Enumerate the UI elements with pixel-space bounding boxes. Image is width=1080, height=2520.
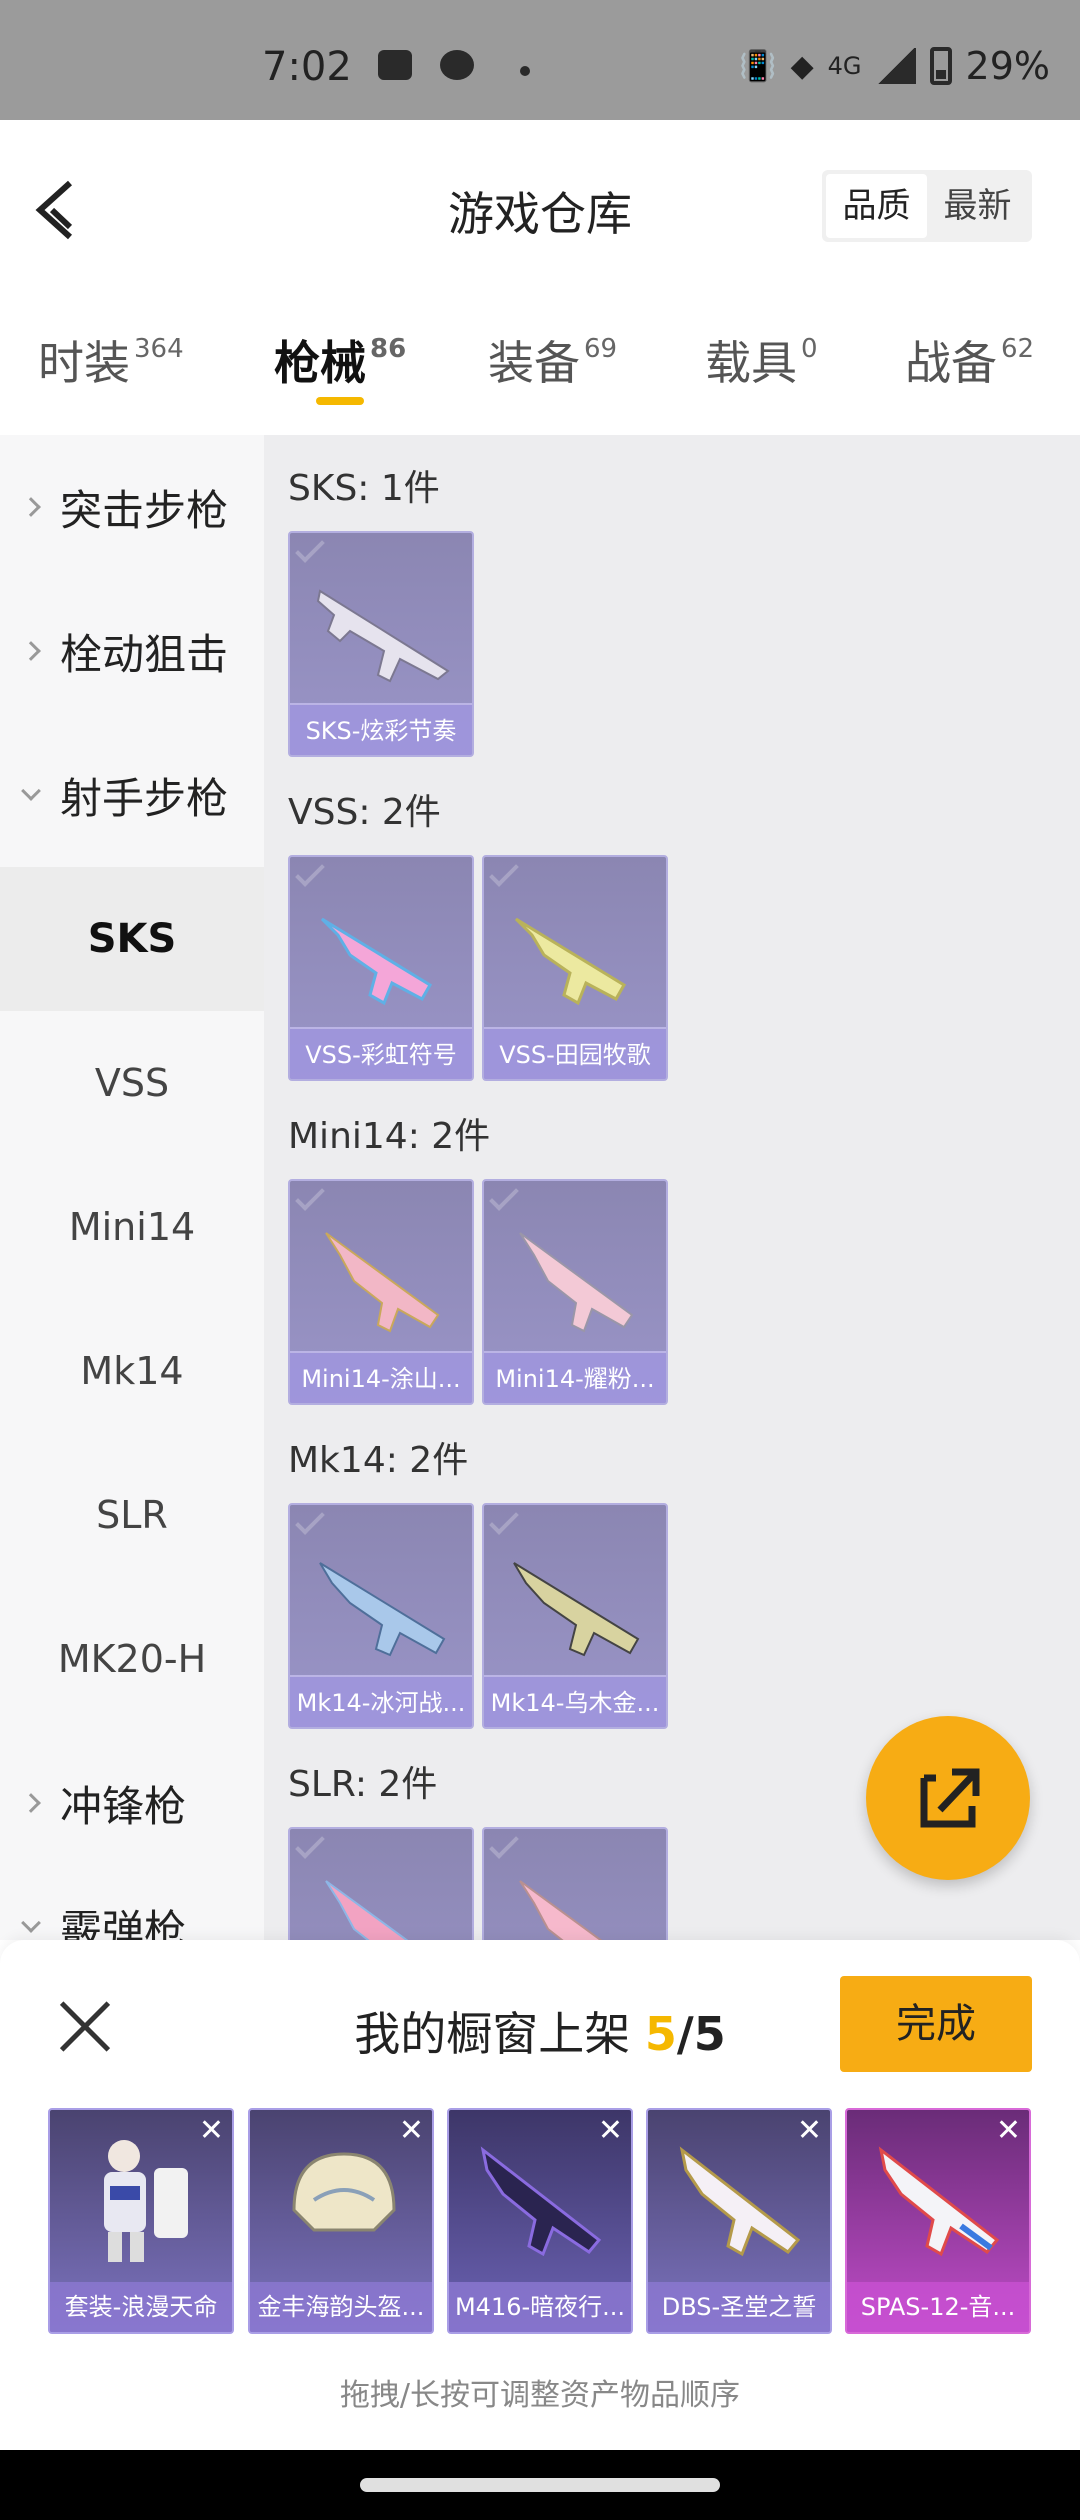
check-icon: [295, 533, 325, 563]
tab-firearms[interactable]: 枪械 86: [274, 327, 406, 393]
signal-icon: [875, 48, 916, 84]
section-title-mk14: Mk14: 2件: [288, 1440, 469, 1481]
tab-equipment[interactable]: 装备 69: [488, 327, 617, 393]
share-button[interactable]: [866, 1716, 1030, 1880]
remove-icon[interactable]: ✕: [797, 2116, 822, 2146]
sidebar-item-vss[interactable]: VSS: [0, 1011, 264, 1155]
weapon-type-sidebar: 突击步枪 栓动狙击 射手步枪 SKS VSS Mini14 Mk14 SLR M…: [0, 435, 264, 1940]
sidebar-category-shotgun[interactable]: 霰弹枪: [0, 1855, 264, 1940]
check-icon: [295, 857, 325, 887]
item-card[interactable]: [288, 1827, 474, 1940]
remove-icon[interactable]: ✕: [199, 2116, 224, 2146]
network-type: 4G: [827, 52, 862, 80]
sidebar-item-mk20h[interactable]: MK20-H: [0, 1587, 264, 1731]
check-icon: [489, 857, 519, 887]
item-card[interactable]: Mk14-冰河战...: [288, 1503, 474, 1729]
chevron-down-icon: [21, 781, 41, 801]
chevron-right-icon: [21, 497, 41, 517]
rifle-icon: [320, 917, 433, 1006]
remove-icon[interactable]: ✕: [399, 2116, 424, 2146]
sidebar-category-bolt-sniper[interactable]: 栓动狙击: [0, 579, 264, 723]
rifle-icon: [519, 1232, 634, 1333]
home-gesture-handle[interactable]: [360, 2478, 720, 2492]
remove-icon[interactable]: ✕: [598, 2116, 623, 2146]
check-icon: [295, 1181, 325, 1211]
sidebar-item-sks[interactable]: SKS: [0, 867, 264, 1011]
rifle-icon: [480, 2146, 602, 2257]
vibrate-icon: 📳: [739, 48, 777, 84]
notification-dot-icon: [520, 66, 530, 76]
battery-icon: [929, 47, 952, 85]
section-title-slr: SLR: 2件: [288, 1764, 438, 1805]
active-tab-indicator: [316, 397, 364, 405]
sort-newest-button[interactable]: 最新: [927, 174, 1028, 238]
message-icon: [378, 50, 412, 80]
item-card[interactable]: [482, 1827, 668, 1940]
item-card[interactable]: VSS-彩虹符号: [288, 855, 474, 1081]
rifle-icon: [319, 1562, 446, 1657]
showcase-slot[interactable]: ✕ 套装-浪漫天命: [48, 2108, 234, 2334]
sidebar-item-slr[interactable]: SLR: [0, 1443, 264, 1587]
check-icon: [489, 1829, 519, 1859]
rifle-icon: [325, 1880, 409, 1940]
rifle-icon: [316, 589, 450, 683]
weapon-list: SKS: 1件 SKS-炫彩节奏 VSS: 2件 VSS-彩虹符号 VSS-田园…: [264, 435, 1080, 1940]
rifle-icon: [325, 1232, 440, 1333]
sort-toggle: 品质 最新: [822, 170, 1032, 242]
rifle-icon: [513, 1562, 640, 1657]
check-icon: [489, 1505, 519, 1535]
showcase-sheet: 我的橱窗上架 5/5 完成 ✕ 套装-浪漫天命 ✕ 金丰海韵头盔... ✕ M4…: [0, 1940, 1080, 2450]
sidebar-category-smg[interactable]: 冲锋枪: [0, 1731, 264, 1875]
chevron-down-icon: [21, 1913, 41, 1933]
tab-supplies[interactable]: 战备 62: [905, 327, 1034, 393]
chevron-right-icon: [21, 1793, 41, 1813]
item-card[interactable]: Mini14-涂山...: [288, 1179, 474, 1405]
status-bar: 7:02 📳 ◆ 4G 29%: [0, 0, 1080, 120]
reorder-hint: 拖拽/长按可调整资产物品顺序: [339, 2378, 741, 2413]
section-title-sks: SKS: 1件: [288, 468, 440, 509]
category-tabs: 时装 364 枪械 86 装备 69 载具 0 战备 62: [0, 285, 1080, 435]
shotgun-icon: [878, 2146, 1000, 2257]
outfit-icon: [104, 2140, 188, 2262]
system-nav-bar: [0, 2450, 1080, 2520]
sidebar-item-mk14[interactable]: Mk14: [0, 1299, 264, 1443]
done-button[interactable]: 完成: [840, 1976, 1032, 2072]
sidebar-category-assault-rifle[interactable]: 突击步枪: [0, 435, 264, 579]
wechat-icon: [440, 50, 474, 80]
item-card[interactable]: Mk14-乌木金...: [482, 1503, 668, 1729]
showcase-slot[interactable]: ✕ 金丰海韵头盔...: [248, 2108, 434, 2334]
shotgun-icon: [679, 2146, 801, 2257]
showcase-slot[interactable]: ✕ M416-暗夜行...: [447, 2108, 633, 2334]
helmet-icon: [292, 2152, 396, 2232]
app-header: 游戏仓库 品质 最新: [0, 120, 1080, 285]
tab-vehicles[interactable]: 载具 0: [705, 327, 818, 393]
battery-percent: 29%: [965, 44, 1050, 88]
showcase-slot[interactable]: ✕ DBS-圣堂之誓: [646, 2108, 832, 2334]
check-icon: [489, 1181, 519, 1211]
share-icon: [920, 1768, 980, 1828]
item-card[interactable]: SKS-炫彩节奏: [288, 531, 474, 757]
sidebar-category-marksman-rifle[interactable]: 射手步枪: [0, 723, 264, 867]
rifle-icon: [519, 1880, 603, 1940]
item-card[interactable]: VSS-田园牧歌: [482, 855, 668, 1081]
section-title-vss: VSS: 2件: [288, 792, 441, 833]
check-icon: [295, 1505, 325, 1535]
chevron-right-icon: [21, 641, 41, 661]
remove-icon[interactable]: ✕: [996, 2116, 1021, 2146]
tab-fashion[interactable]: 时装 364: [38, 327, 184, 393]
showcase-slot[interactable]: ✕ SPAS-12-音...: [845, 2108, 1031, 2334]
wifi-icon: ◆: [790, 48, 814, 84]
rifle-icon: [514, 917, 627, 1006]
sort-quality-button[interactable]: 品质: [826, 174, 927, 238]
check-icon: [295, 1829, 325, 1859]
sidebar-item-mini14[interactable]: Mini14: [0, 1155, 264, 1299]
section-title-mini14: Mini14: 2件: [288, 1116, 491, 1157]
status-time: 7:02: [262, 44, 352, 90]
item-card[interactable]: Mini14-耀粉...: [482, 1179, 668, 1405]
